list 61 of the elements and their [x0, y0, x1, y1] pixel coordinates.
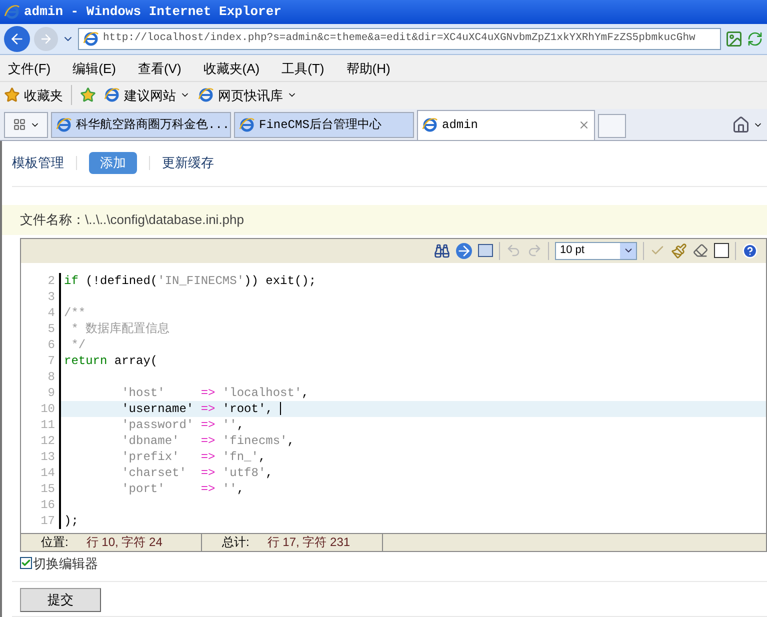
- code-line: return array(: [63, 352, 158, 368]
- code-line: 'charset' => 'utf8',: [120, 464, 273, 480]
- status-value: 行 10, 字符 24: [86, 534, 162, 551]
- code-line: 'port' => '',: [120, 480, 244, 496]
- submit-button[interactable]: 提交: [20, 588, 101, 612]
- add-favorite-icon[interactable]: [80, 87, 96, 104]
- switch-editor-label: 切换编辑器: [33, 554, 98, 572]
- favorite-link[interactable]: 建议网站: [104, 86, 190, 106]
- code-line: if (!defined('IN_FINECMS')) exit();: [63, 272, 316, 288]
- code-line: 'prefix' => 'fn_',: [120, 448, 266, 464]
- nav-link[interactable]: 更新缓存: [162, 153, 214, 173]
- tab-icon: [56, 116, 72, 132]
- status-value: 行 17, 字符 231: [267, 534, 350, 551]
- browser-tab[interactable]: 科华航空路商圈万科金色...: [51, 112, 231, 138]
- menu-item[interactable]: 查看(V): [138, 58, 182, 78]
- status-label: 位置:: [41, 534, 68, 551]
- nav-link[interactable]: 模板管理: [12, 153, 64, 173]
- browser-tab[interactable]: FineCMS后台管理中心: [234, 112, 414, 138]
- menu-item[interactable]: 文件(F): [8, 58, 51, 78]
- address-field[interactable]: http://localhost/index.php?s=admin&c=theme&a=edit&dir=XC4uXC4uXGNvbmZpZ1xkYXRhYmFzZS5pbmkucGhw: [78, 28, 721, 50]
- window-title: admin - Windows Internet Explorer: [24, 3, 282, 22]
- code-line: * 数据库配置信息: [70, 320, 170, 336]
- code-line: 'username' => 'root',: [61, 400, 282, 416]
- line-number: 10: [21, 400, 59, 416]
- panel-icon[interactable]: [478, 244, 493, 257]
- tab-icon: [239, 116, 255, 132]
- link-icon: [104, 87, 120, 104]
- menu-item[interactable]: 收藏夹(A): [203, 58, 260, 78]
- go-icon[interactable]: [456, 242, 472, 258]
- favorite-link[interactable]: 网页快讯库: [198, 86, 297, 106]
- home-icon[interactable]: [732, 116, 750, 134]
- font-size-select[interactable]: 10 pt: [555, 242, 637, 260]
- refresh-icon[interactable]: [747, 31, 763, 48]
- code-line: 'host' => 'localhost',: [120, 384, 309, 400]
- back-button[interactable]: [4, 26, 30, 52]
- code-line: */: [70, 336, 86, 352]
- star-icon: [4, 87, 20, 104]
- file-name-value: \..\..\config\database.ini.php: [85, 210, 244, 229]
- search-icon[interactable]: [434, 242, 450, 258]
- menu-item[interactable]: 编辑(E): [72, 58, 116, 78]
- code-line: 'password' => '',: [120, 416, 244, 432]
- switch-editor-checkbox[interactable]: [20, 557, 32, 570]
- status-label: 总计:: [222, 534, 250, 551]
- quick-tabs-button[interactable]: [4, 112, 48, 138]
- code-line: );: [63, 512, 78, 528]
- tab-icon: [422, 117, 438, 133]
- code-line: /**: [63, 304, 86, 320]
- eraser-icon[interactable]: [693, 243, 708, 258]
- menu-item[interactable]: 工具(T): [282, 58, 324, 78]
- file-name-label: 文件名称：: [20, 210, 85, 229]
- brush-icon[interactable]: [671, 242, 687, 258]
- favorites-button[interactable]: 收藏夹: [4, 86, 63, 106]
- forward-arrow-icon: [39, 32, 53, 46]
- menu-item[interactable]: 帮助(H): [346, 58, 390, 78]
- close-tab-icon[interactable]: [578, 119, 590, 131]
- link-icon: [198, 87, 214, 104]
- help-icon[interactable]: [742, 242, 758, 258]
- code-line: 'dbname' => 'finecms',: [120, 432, 294, 448]
- page-icon: [83, 31, 99, 48]
- browser-tab[interactable]: admin: [417, 110, 595, 140]
- grid-icon: [12, 118, 26, 131]
